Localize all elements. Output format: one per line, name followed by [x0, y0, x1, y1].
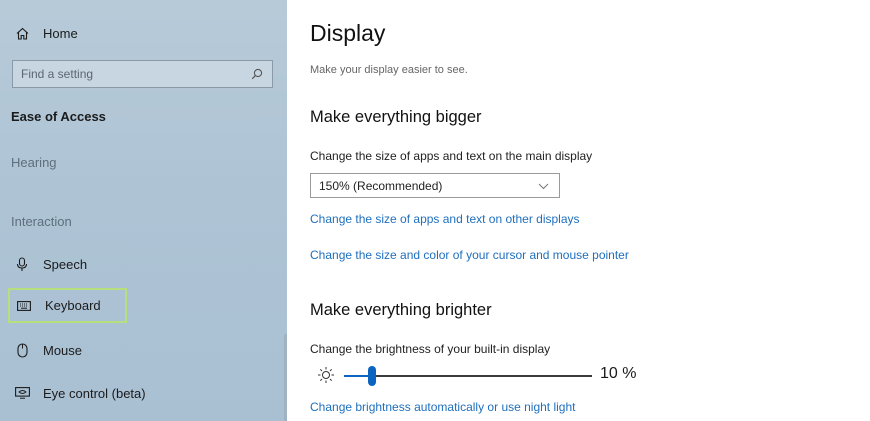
mouse-icon	[11, 342, 33, 358]
sidebar-scrollbar[interactable]	[284, 334, 287, 421]
link-cursor-pointer[interactable]: Change the size and color of your cursor…	[310, 248, 629, 262]
main-content: Display Make your display easier to see.…	[310, 0, 870, 421]
sidebar-item-speech[interactable]: Speech	[0, 255, 87, 273]
sidebar-item-mouse[interactable]: Mouse	[0, 341, 82, 359]
scale-dropdown-value: 150% (Recommended)	[319, 178, 443, 193]
brightness-value: 10 %	[600, 365, 637, 382]
search-input[interactable]	[13, 67, 241, 81]
chevron-down-icon	[538, 179, 549, 193]
microphone-icon	[11, 256, 33, 272]
sidebar-item-label: Speech	[43, 256, 88, 272]
page-subtitle: Make your display easier to see.	[310, 64, 468, 76]
section-title: Ease of Access	[11, 109, 106, 124]
home-label: Home	[43, 25, 78, 41]
sidebar: Home Ease of Access Hearing Interaction …	[0, 0, 287, 421]
brightness-slider[interactable]: 10 %	[310, 365, 650, 387]
sidebar-item-eye-control[interactable]: Eye control (beta)	[0, 384, 146, 402]
slider-track[interactable]	[372, 375, 592, 377]
sidebar-item-label: Keyboard	[45, 298, 101, 313]
link-night-light[interactable]: Change brightness automatically or use n…	[310, 400, 576, 414]
search-icon[interactable]	[251, 68, 263, 80]
heading-make-bigger: Make everything bigger	[310, 108, 482, 126]
group-label-interaction: Interaction	[11, 214, 72, 229]
eye-control-icon	[11, 387, 33, 399]
brightness-sun-icon	[317, 366, 335, 389]
search-box[interactable]	[12, 60, 273, 88]
keyboard-icon	[13, 300, 35, 311]
sidebar-item-label: Mouse	[43, 342, 83, 358]
home-icon	[11, 27, 33, 40]
scale-label: Change the size of apps and text on the …	[310, 149, 593, 163]
home-nav-item[interactable]: Home	[0, 24, 78, 42]
sidebar-item-keyboard[interactable]: Keyboard	[8, 288, 127, 323]
heading-make-brighter: Make everything brighter	[310, 301, 492, 319]
sidebar-item-hearing[interactable]: Hearing	[11, 155, 57, 170]
scale-dropdown[interactable]: 150% (Recommended)	[310, 173, 560, 198]
slider-thumb[interactable]	[368, 366, 376, 386]
brightness-label: Change the brightness of your built-in d…	[310, 342, 551, 356]
link-other-displays[interactable]: Change the size of apps and text on othe…	[310, 212, 580, 226]
page-title: Display	[310, 20, 386, 46]
sidebar-item-label: Eye control (beta)	[43, 385, 146, 401]
